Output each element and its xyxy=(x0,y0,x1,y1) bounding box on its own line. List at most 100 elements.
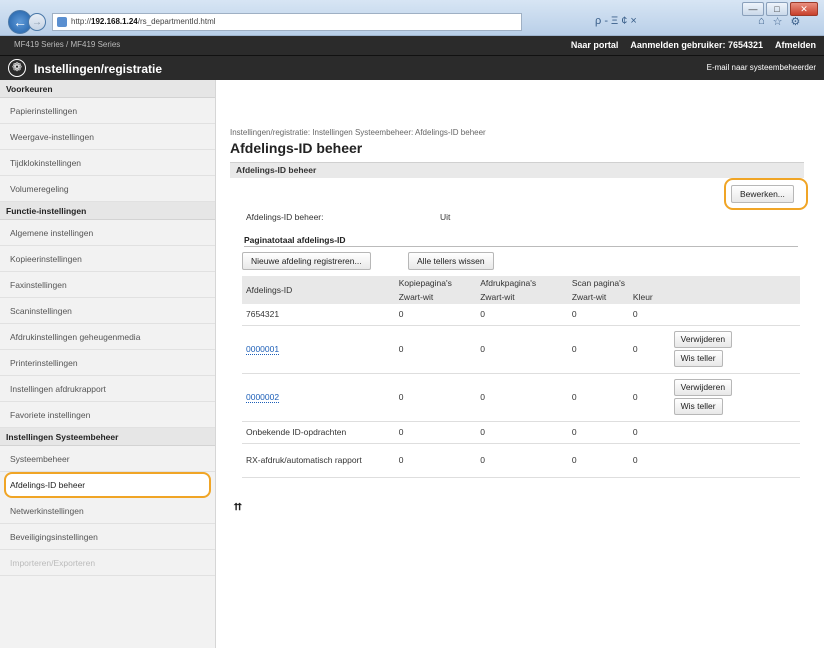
close-window-button[interactable]: ✕ xyxy=(790,2,818,16)
row-actions xyxy=(669,443,800,478)
top-navigation: Naar portal Aanmelden gebruiker: 7654321… xyxy=(571,40,816,50)
scan-color-count: 0 xyxy=(628,443,670,478)
row-actions: Verwijderen Wis teller xyxy=(669,325,800,374)
sidebar-item-algemene[interactable]: Algemene instellingen xyxy=(0,220,215,246)
col-scan-color: Kleur xyxy=(628,290,670,304)
sidebar-item-papierinstellingen[interactable]: Papierinstellingen xyxy=(0,98,215,124)
delete-button[interactable]: Verwijderen xyxy=(673,331,733,348)
sidebar-item-beveiliging[interactable]: Beveiligingsinstellingen xyxy=(0,524,215,550)
scan-color-count: 0 xyxy=(628,325,670,374)
sidebar-item-printer[interactable]: Printerinstellingen xyxy=(0,350,215,376)
mail-admin-link[interactable]: E-mail naar systeembeheerder xyxy=(707,63,816,72)
copy-bw-count: 0 xyxy=(394,421,477,444)
address-bar[interactable]: http://192.168.1.24/rs_departmentId.html xyxy=(52,13,522,31)
clear-counter-button[interactable]: Wis teller xyxy=(673,398,723,415)
device-name: MF419 Series / MF419 Series xyxy=(14,40,121,49)
department-table: Afdelings-ID Kopiepagina's Afdrukpagina'… xyxy=(242,276,800,478)
sidebar-item-scan[interactable]: Scaninstellingen xyxy=(0,298,215,324)
table-row: RX-afdruk/automatisch rapport 0 0 0 0 xyxy=(242,443,800,478)
col-group-scan: Scan pagina's xyxy=(567,276,670,290)
col-actions xyxy=(669,276,800,304)
url-path: /rs_departmentId.html xyxy=(137,17,216,26)
sidebar-item-favoriete[interactable]: Favoriete instellingen xyxy=(0,402,215,428)
forward-button[interactable]: → xyxy=(28,13,46,31)
maximize-button[interactable]: □ xyxy=(766,2,788,16)
sidebar-item-import-export[interactable]: Importeren/Exporteren xyxy=(0,550,215,576)
department-id-cell: 0000001 xyxy=(242,325,395,374)
scan-bw-count: 0 xyxy=(567,304,629,326)
sidebar-item-afdelings-id[interactable]: Afdelings-ID beheer xyxy=(4,472,211,498)
department-id: 7654321 xyxy=(242,304,395,326)
department-id-link[interactable]: 0000002 xyxy=(246,392,280,403)
sidebar-item-afdrukrapport[interactable]: Instellingen afdrukrapport xyxy=(0,376,215,402)
sidebar-item-tijdklok[interactable]: Tijdklokinstellingen xyxy=(0,150,215,176)
header-top-row: MF419 Series / MF419 Series Naar portal … xyxy=(0,36,824,56)
sidebar-item-volume[interactable]: Volumeregeling xyxy=(0,176,215,202)
row-actions: Verwijderen Wis teller xyxy=(669,373,800,422)
table-row: 0000002 0 0 0 0 Verwijderen Wis teller xyxy=(242,373,800,422)
address-bar-tools[interactable]: ρ - Ξ ¢ × xyxy=(595,15,637,27)
sidebar-item-fax[interactable]: Faxinstellingen xyxy=(0,272,215,298)
scan-color-count: 0 xyxy=(628,421,670,444)
logout-link[interactable]: Afmelden xyxy=(775,40,816,50)
sidebar-item-kopieer[interactable]: Kopieerinstellingen xyxy=(0,246,215,272)
subsection-title: Paginatotaal afdelings-ID xyxy=(244,235,346,245)
scan-bw-count: 0 xyxy=(567,443,629,478)
clear-counter-button[interactable]: Wis teller xyxy=(673,350,723,367)
portal-link[interactable]: Naar portal xyxy=(571,40,619,50)
login-user-label: Aanmelden gebruiker: 7654321 xyxy=(630,40,763,50)
row-actions xyxy=(669,421,800,444)
col-group-copy: Kopiepagina's xyxy=(394,276,477,290)
row-actions xyxy=(669,304,800,326)
print-bw-count: 0 xyxy=(476,304,568,326)
breadcrumb: Instellingen/registratie: Instellingen S… xyxy=(230,128,486,137)
browser-toolbar: ⌂ ☆ ⚙ xyxy=(758,15,800,28)
arrow-right-icon: → xyxy=(32,16,42,28)
section-header: Afdelings-ID beheer xyxy=(230,162,804,178)
sidebar-item-systeembeheer[interactable]: Systeembeheer xyxy=(0,446,215,472)
sidebar-section-title: Functie-instellingen xyxy=(0,202,215,220)
star-icon[interactable]: ☆ xyxy=(773,15,783,28)
department-id-link[interactable]: 0000001 xyxy=(246,344,280,355)
sidebar: Voorkeuren Papierinstellingen Weergave-i… xyxy=(0,80,216,648)
minimize-button[interactable]: — xyxy=(742,2,764,16)
department-id: Onbekende ID-opdrachten xyxy=(242,421,395,444)
url-host: 192.168.1.24 xyxy=(91,17,138,26)
clear-all-counters-button[interactable]: Alle tellers wissen xyxy=(408,252,494,270)
print-bw-count: 0 xyxy=(476,325,568,374)
copy-bw-count: 0 xyxy=(394,325,477,374)
scan-bw-count: 0 xyxy=(567,373,629,422)
copy-bw-count: 0 xyxy=(394,304,477,326)
sidebar-item-netwerk[interactable]: Netwerkinstellingen xyxy=(0,498,215,524)
print-bw-count: 0 xyxy=(476,373,568,422)
setting-label: Afdelings-ID beheer: xyxy=(246,212,324,222)
browser-titlebar: — □ ✕ ← → http://192.168.1.24/rs_departm… xyxy=(0,0,824,36)
copy-bw-count: 0 xyxy=(394,373,477,422)
col-copy-bw: Zwart-wit xyxy=(394,290,477,304)
settings-gear-icon: ❁ xyxy=(8,59,26,77)
department-id-cell: 0000002 xyxy=(242,373,395,422)
subsection-divider xyxy=(244,246,798,247)
col-group-print: Afdrukpagina's xyxy=(476,276,568,290)
register-department-button[interactable]: Nieuwe afdeling registreren... xyxy=(242,252,371,270)
delete-button[interactable]: Verwijderen xyxy=(673,379,733,396)
print-bw-count: 0 xyxy=(476,421,568,444)
scan-bw-count: 0 xyxy=(567,421,629,444)
url-prefix: http:// xyxy=(71,17,92,26)
table-row: 7654321 0 0 0 0 xyxy=(242,304,800,326)
sidebar-item-weergave[interactable]: Weergave-instellingen xyxy=(0,124,215,150)
scan-bw-count: 0 xyxy=(567,325,629,374)
home-icon[interactable]: ⌂ xyxy=(758,15,765,28)
copy-bw-count: 0 xyxy=(394,443,477,478)
back-to-top-icon[interactable]: ⮅ xyxy=(234,502,242,513)
window-controls: — □ ✕ xyxy=(740,2,818,16)
scan-color-count: 0 xyxy=(628,304,670,326)
address-tools-glyphs[interactable]: ρ - Ξ ¢ × xyxy=(595,15,637,27)
sidebar-item-geheugenmedia[interactable]: Afdrukinstellingen geheugenmedia xyxy=(0,324,215,350)
header-title-row: ❁ Instellingen/registratie E-mail naar s… xyxy=(0,56,824,80)
app-title: Instellingen/registratie xyxy=(34,62,163,76)
table-header-row: Afdelings-ID Kopiepagina's Afdrukpagina'… xyxy=(242,276,800,304)
col-scan-bw: Zwart-wit xyxy=(567,290,629,304)
gear-icon[interactable]: ⚙ xyxy=(791,15,801,28)
edit-button[interactable]: Bewerken... xyxy=(731,185,794,203)
